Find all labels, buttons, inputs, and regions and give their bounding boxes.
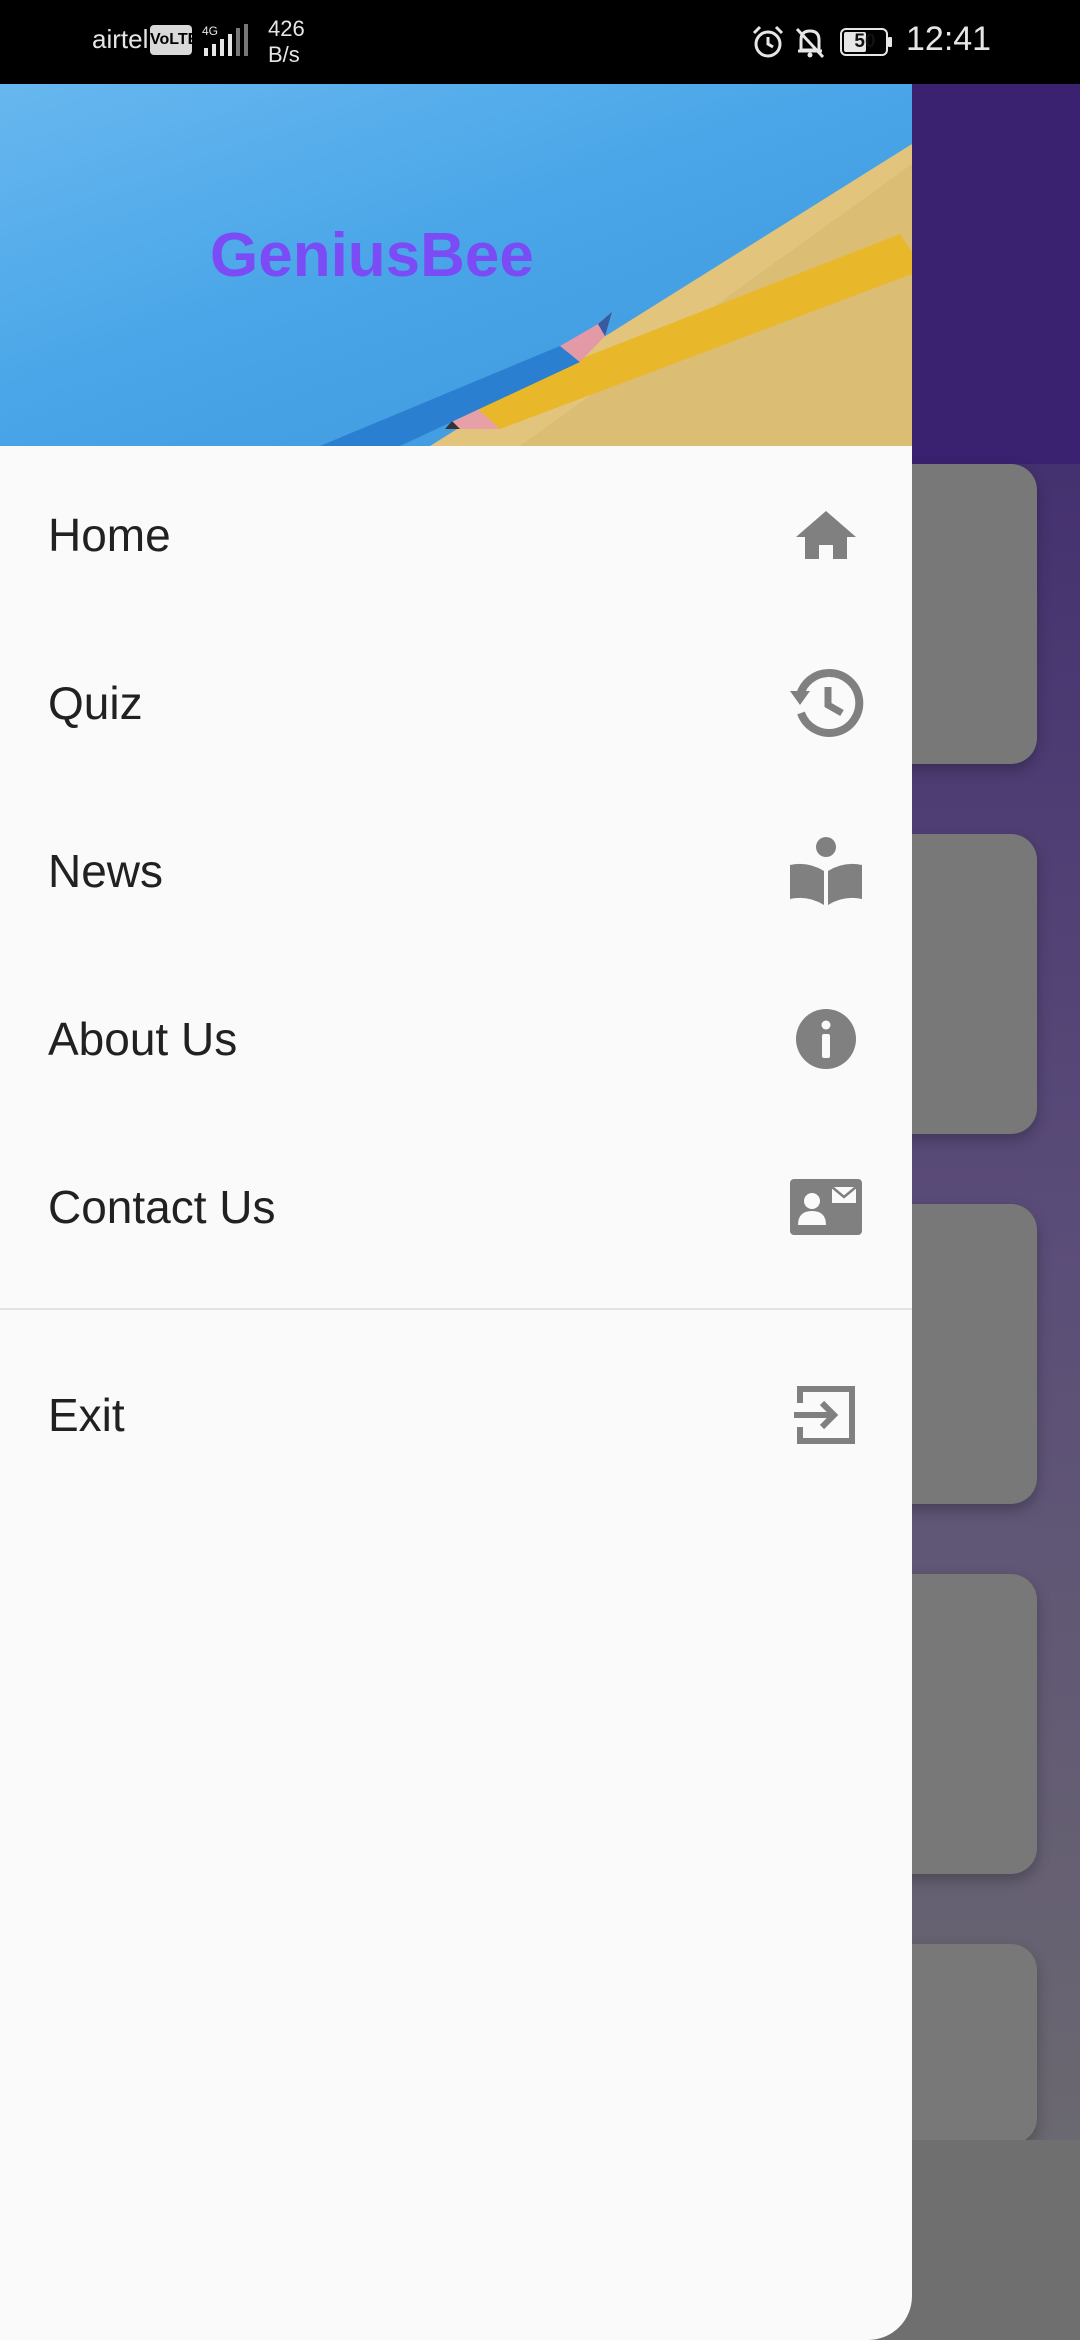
info-icon (796, 1009, 856, 1069)
home-icon (796, 511, 856, 559)
menu-item-news[interactable]: News (0, 796, 912, 946)
menu-item-label: Contact Us (48, 1181, 276, 1233)
screen: airtel VoLTE 4G 426 B/s 50 12:41 GeniusB… (0, 0, 1080, 2340)
network-speed: 426 B/s (268, 16, 305, 68)
reading-icon (790, 837, 862, 905)
menu-item-label: News (48, 845, 164, 897)
history-icon (790, 668, 864, 737)
bell-off-icon (795, 27, 825, 59)
drawer-header: GeniusBee (0, 84, 912, 446)
menu-item-label: Exit (48, 1389, 125, 1441)
menu-item-label: About Us (48, 1013, 238, 1065)
divider (0, 1308, 912, 1310)
speed-value: 426 (268, 16, 305, 41)
menu-item-exit[interactable]: Exit (0, 1340, 912, 1490)
navigation-drawer: GeniusBee Home Quiz News About Us Contac… (0, 84, 912, 2340)
menu-item-quiz[interactable]: Quiz (0, 628, 912, 778)
clock: 12:41 (906, 20, 992, 58)
signal-icon: 4G (202, 24, 248, 56)
carrier-name: airtel (92, 24, 149, 54)
volte-badge: VoLTE (150, 25, 198, 55)
menu-item-contact-us[interactable]: Contact Us (0, 1132, 912, 1282)
status-bar: airtel VoLTE 4G 426 B/s 50 12:41 (0, 0, 1080, 84)
alarm-icon (752, 25, 784, 58)
speed-unit: B/s (268, 42, 300, 67)
contact-card-icon (790, 1179, 862, 1235)
menu-item-about-us[interactable]: About Us (0, 964, 912, 1114)
exit-icon (794, 1386, 855, 1444)
battery-level: 50 (854, 31, 876, 52)
menu-item-label: Quiz (48, 677, 143, 729)
menu-item-label: Home (48, 509, 171, 561)
app-title: GeniusBee (210, 221, 534, 290)
network-type-label: 4G (202, 24, 218, 38)
menu-item-home[interactable]: Home (0, 460, 912, 610)
